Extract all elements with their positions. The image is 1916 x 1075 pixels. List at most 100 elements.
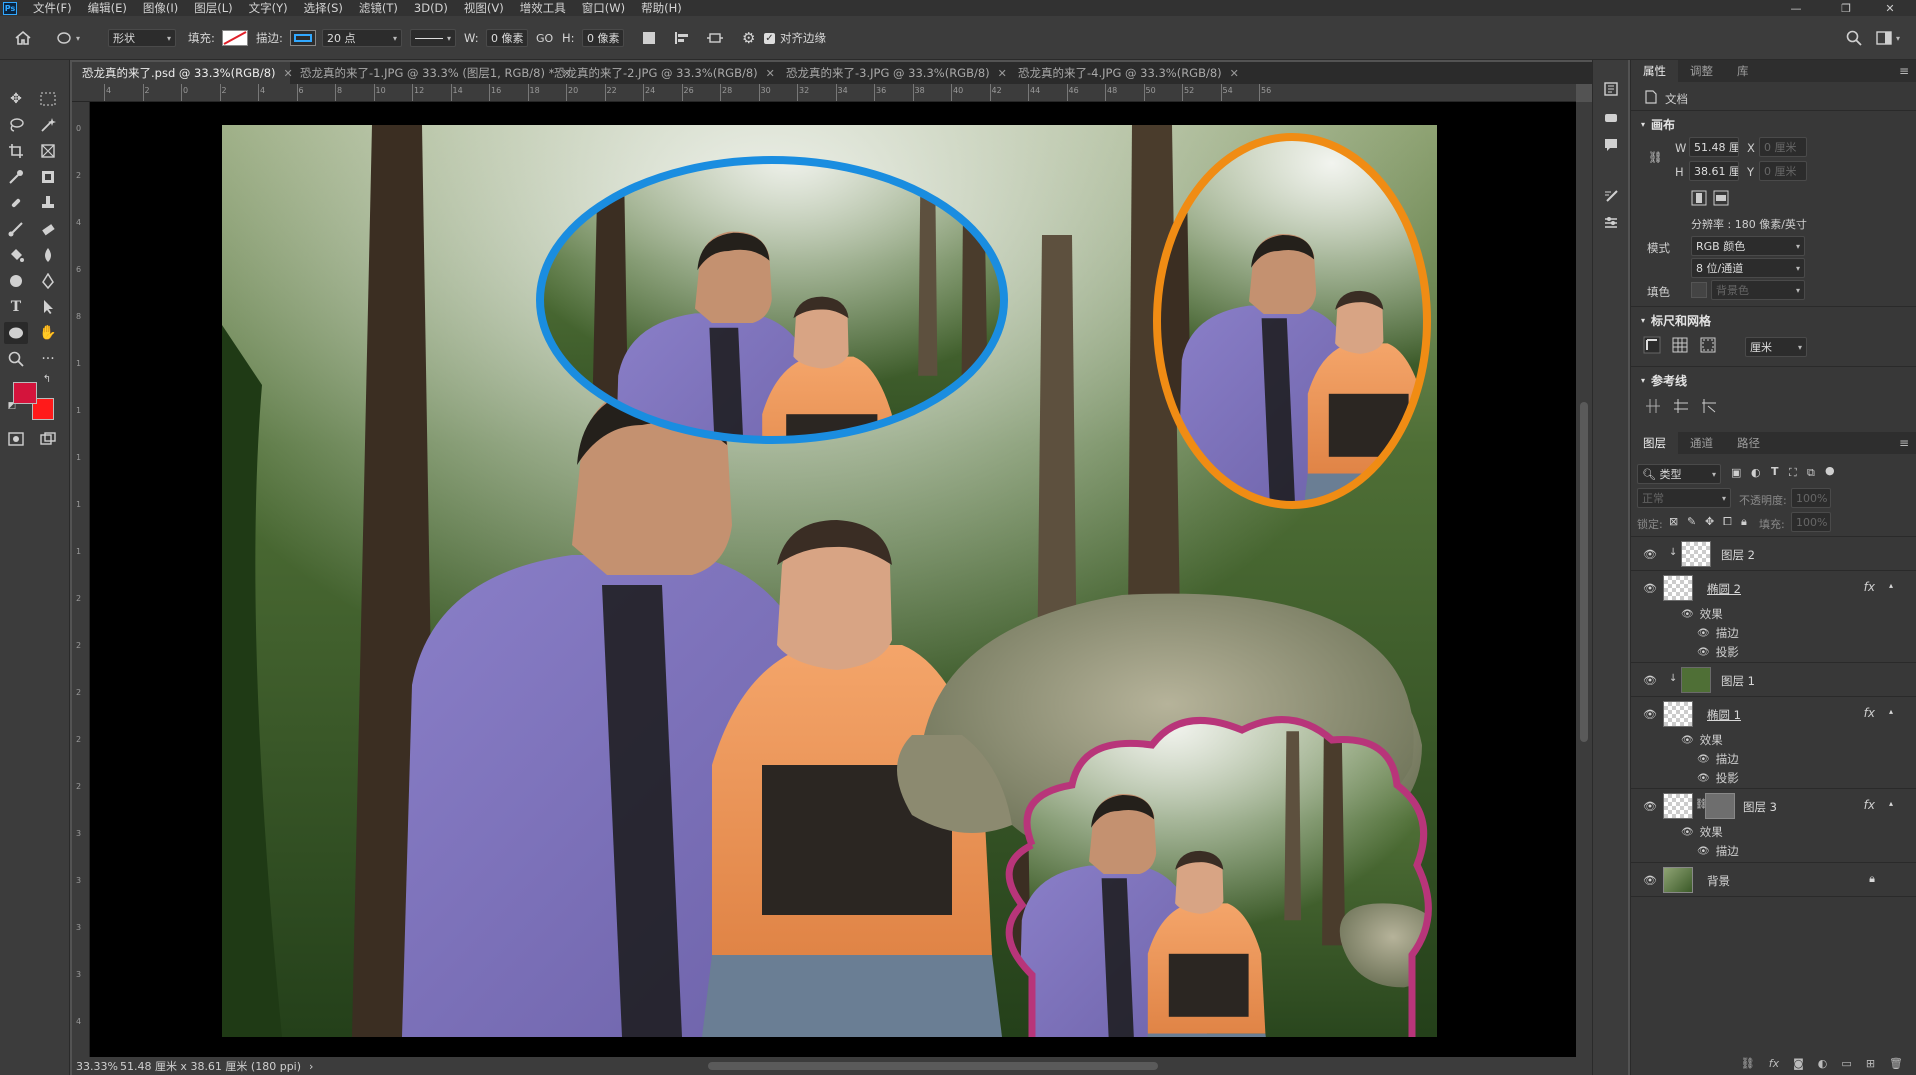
effect-drop-shadow[interactable]: 👁︎ 投影 [1697, 644, 1739, 660]
quick-mask-icon[interactable] [4, 428, 28, 450]
close-tab-icon[interactable]: ✕ [998, 67, 1007, 80]
tab-layers[interactable]: 图层 [1631, 432, 1678, 454]
document-info[interactable]: 51.48 厘米 x 38.61 厘米 (180 ppi) [120, 1058, 301, 1074]
dodge-tool-icon[interactable] [4, 270, 28, 292]
tab-document-1[interactable]: 恐龙真的来了-1.JPG @ 33.3% (图层1, RGB/8) * ✕ [290, 62, 572, 84]
new-group-icon[interactable]: ▭ [1841, 1057, 1851, 1070]
canvas-y-input[interactable]: 0 厘米 [1759, 161, 1807, 181]
tab-properties[interactable]: 属性 [1631, 60, 1678, 82]
layer-effects-icon[interactable]: fx [1864, 580, 1875, 594]
stroke-size-input[interactable]: 20 点 ▾ [322, 29, 402, 47]
properties-panel-icon[interactable] [1599, 212, 1623, 234]
magic-wand-tool-icon[interactable] [36, 114, 60, 136]
comments-panel-icon[interactable] [1599, 134, 1623, 156]
visibility-eye-icon[interactable]: 👁︎ [1643, 548, 1657, 561]
pen-tool-icon[interactable] [36, 270, 60, 292]
filter-toggle-icon[interactable]: ● [1825, 464, 1835, 477]
tab-document-2[interactable]: 恐龙真的来了-2.JPG @ 33.3%(RGB/8) ✕ [544, 62, 776, 84]
layer-name[interactable]: 椭圆 2 [1707, 581, 1741, 597]
tab-document-4[interactable]: 恐龙真的来了-4.JPG @ 33.3%(RGB/8) ✕ [1008, 62, 1240, 84]
restore-button[interactable]: ❐ [1826, 0, 1866, 16]
menu-edit[interactable]: 编辑(E) [80, 0, 135, 16]
guides-from-shape-icon[interactable] [1701, 398, 1717, 417]
canvas-height-input[interactable]: 38.61 厘米 [1689, 161, 1739, 181]
visibility-eye-icon[interactable]: 👁︎ [1643, 708, 1657, 721]
align-edges-checkbox[interactable]: ✓ 对齐边缘 [764, 28, 826, 48]
grid-icon[interactable] [1671, 336, 1689, 357]
stroke-type-select[interactable]: ▾ [410, 29, 456, 47]
marquee-tool-icon[interactable] [36, 88, 60, 110]
visibility-eye-icon[interactable]: 👁︎ [1643, 800, 1657, 813]
frame-tool-icon[interactable] [36, 140, 60, 162]
path-operations-icon[interactable] [642, 28, 656, 48]
portrait-orientation-icon[interactable] [1691, 190, 1707, 209]
close-button[interactable]: ✕ [1870, 0, 1910, 16]
move-tool-icon[interactable]: ✥ [4, 88, 28, 110]
visibility-eye-icon[interactable]: 👁︎ [1643, 674, 1657, 687]
rulers-grids-section-header[interactable]: ▾ 标尺和网格 [1641, 312, 1711, 329]
filter-smart-object-icon[interactable]: ⧉ [1807, 466, 1815, 480]
workspace-icon[interactable]: ▾ [1876, 28, 1900, 48]
layer-mask-thumbnail[interactable] [1705, 793, 1735, 819]
lock-position-icon[interactable]: ✥ [1705, 515, 1714, 528]
panel-menu-icon[interactable]: ≡ [1899, 64, 1909, 78]
layer-row[interactable]: 👁︎ 椭圆 2 fx ▴ [1631, 572, 1901, 604]
menu-type[interactable]: 文字(Y) [241, 0, 296, 16]
filter-pixel-icon[interactable]: ▣ [1731, 466, 1741, 479]
zoom-tool-icon[interactable] [4, 348, 28, 370]
menu-plugins[interactable]: 增效工具 [512, 0, 574, 16]
layer-effects-icon[interactable]: fx [1864, 706, 1875, 720]
guide-layout-icon[interactable] [1645, 398, 1661, 417]
tab-channels[interactable]: 通道 [1678, 432, 1725, 454]
brush-settings-icon[interactable] [1599, 186, 1623, 208]
screen-mode-icon[interactable] [36, 428, 60, 450]
layer-name[interactable]: 背景 [1707, 873, 1730, 889]
stroke-swatch[interactable] [290, 28, 316, 48]
path-arrangement-icon[interactable] [706, 28, 724, 48]
ellipse-tool-icon[interactable] [4, 322, 28, 344]
layer-name[interactable]: 图层 2 [1721, 547, 1755, 563]
effects-group[interactable]: 👁︎ 效果 [1681, 606, 1723, 622]
layer-filter-select[interactable]: 🔍︎ 类型 ▾ [1637, 464, 1721, 484]
document-canvas[interactable] [222, 125, 1437, 1037]
guides-section-header[interactable]: ▾ 参考线 [1641, 372, 1687, 389]
tab-adjustments[interactable]: 调整 [1678, 60, 1725, 82]
blend-mode-select[interactable]: 正常 ▾ [1637, 488, 1731, 508]
tab-document-psd[interactable]: 恐龙真的来了.psd @ 33.3%(RGB/8) ✕ [72, 62, 293, 84]
lock-artboard-icon[interactable]: ⧠ [1723, 515, 1732, 529]
frequency-tool-icon[interactable] [36, 166, 60, 188]
layer-row[interactable]: 👁︎ ↓ 图层 2 [1631, 538, 1901, 570]
path-selection-tool-icon[interactable] [36, 296, 60, 318]
effect-stroke[interactable]: 👁︎ 描边 [1697, 751, 1739, 767]
tab-paths[interactable]: 路径 [1725, 432, 1772, 454]
eyedropper-tool-icon[interactable] [4, 166, 28, 188]
canvas-width-input[interactable]: 51.48 厘米 [1689, 137, 1739, 157]
crop-tool-icon[interactable] [4, 140, 28, 162]
delete-layer-icon[interactable]: 🗑︎ [1889, 1057, 1903, 1070]
expand-effects-icon[interactable]: ▴ [1889, 707, 1893, 716]
new-layer-icon[interactable]: ⊞ [1866, 1057, 1875, 1070]
actions-panel-icon[interactable] [1599, 106, 1623, 128]
menu-select[interactable]: 选择(S) [296, 0, 351, 16]
close-tab-icon[interactable]: ✕ [766, 67, 775, 80]
menu-help[interactable]: 帮助(H) [633, 0, 690, 16]
zoom-level[interactable]: 33.33% [76, 1060, 118, 1073]
menu-view[interactable]: 视图(V) [456, 0, 512, 16]
new-guide-icon[interactable] [1673, 398, 1689, 417]
filter-type-icon[interactable]: T [1771, 465, 1779, 478]
tool-mode-select[interactable]: 形状 ▾ [108, 29, 176, 47]
visibility-eye-icon[interactable]: 👁︎ [1643, 582, 1657, 595]
layer-name[interactable]: 图层 1 [1721, 673, 1755, 689]
tab-libraries[interactable]: 库 [1725, 60, 1761, 82]
landscape-orientation-icon[interactable] [1713, 190, 1729, 209]
menu-3d[interactable]: 3D(D) [406, 1, 456, 15]
ellipse-tool-preset-icon[interactable]: ▾ [56, 28, 80, 48]
menu-layer[interactable]: 图层(L) [186, 0, 240, 16]
ruler-unit-select[interactable]: 厘米 ▾ [1745, 337, 1807, 357]
brush-tool-icon[interactable] [4, 218, 28, 240]
layer-name[interactable]: 椭圆 1 [1707, 707, 1741, 723]
home-icon[interactable] [14, 28, 32, 48]
hand-tool-icon[interactable]: ✋ [36, 322, 60, 344]
fill-opacity-input[interactable]: 100% [1791, 512, 1831, 532]
fill-swatch[interactable] [222, 28, 248, 48]
